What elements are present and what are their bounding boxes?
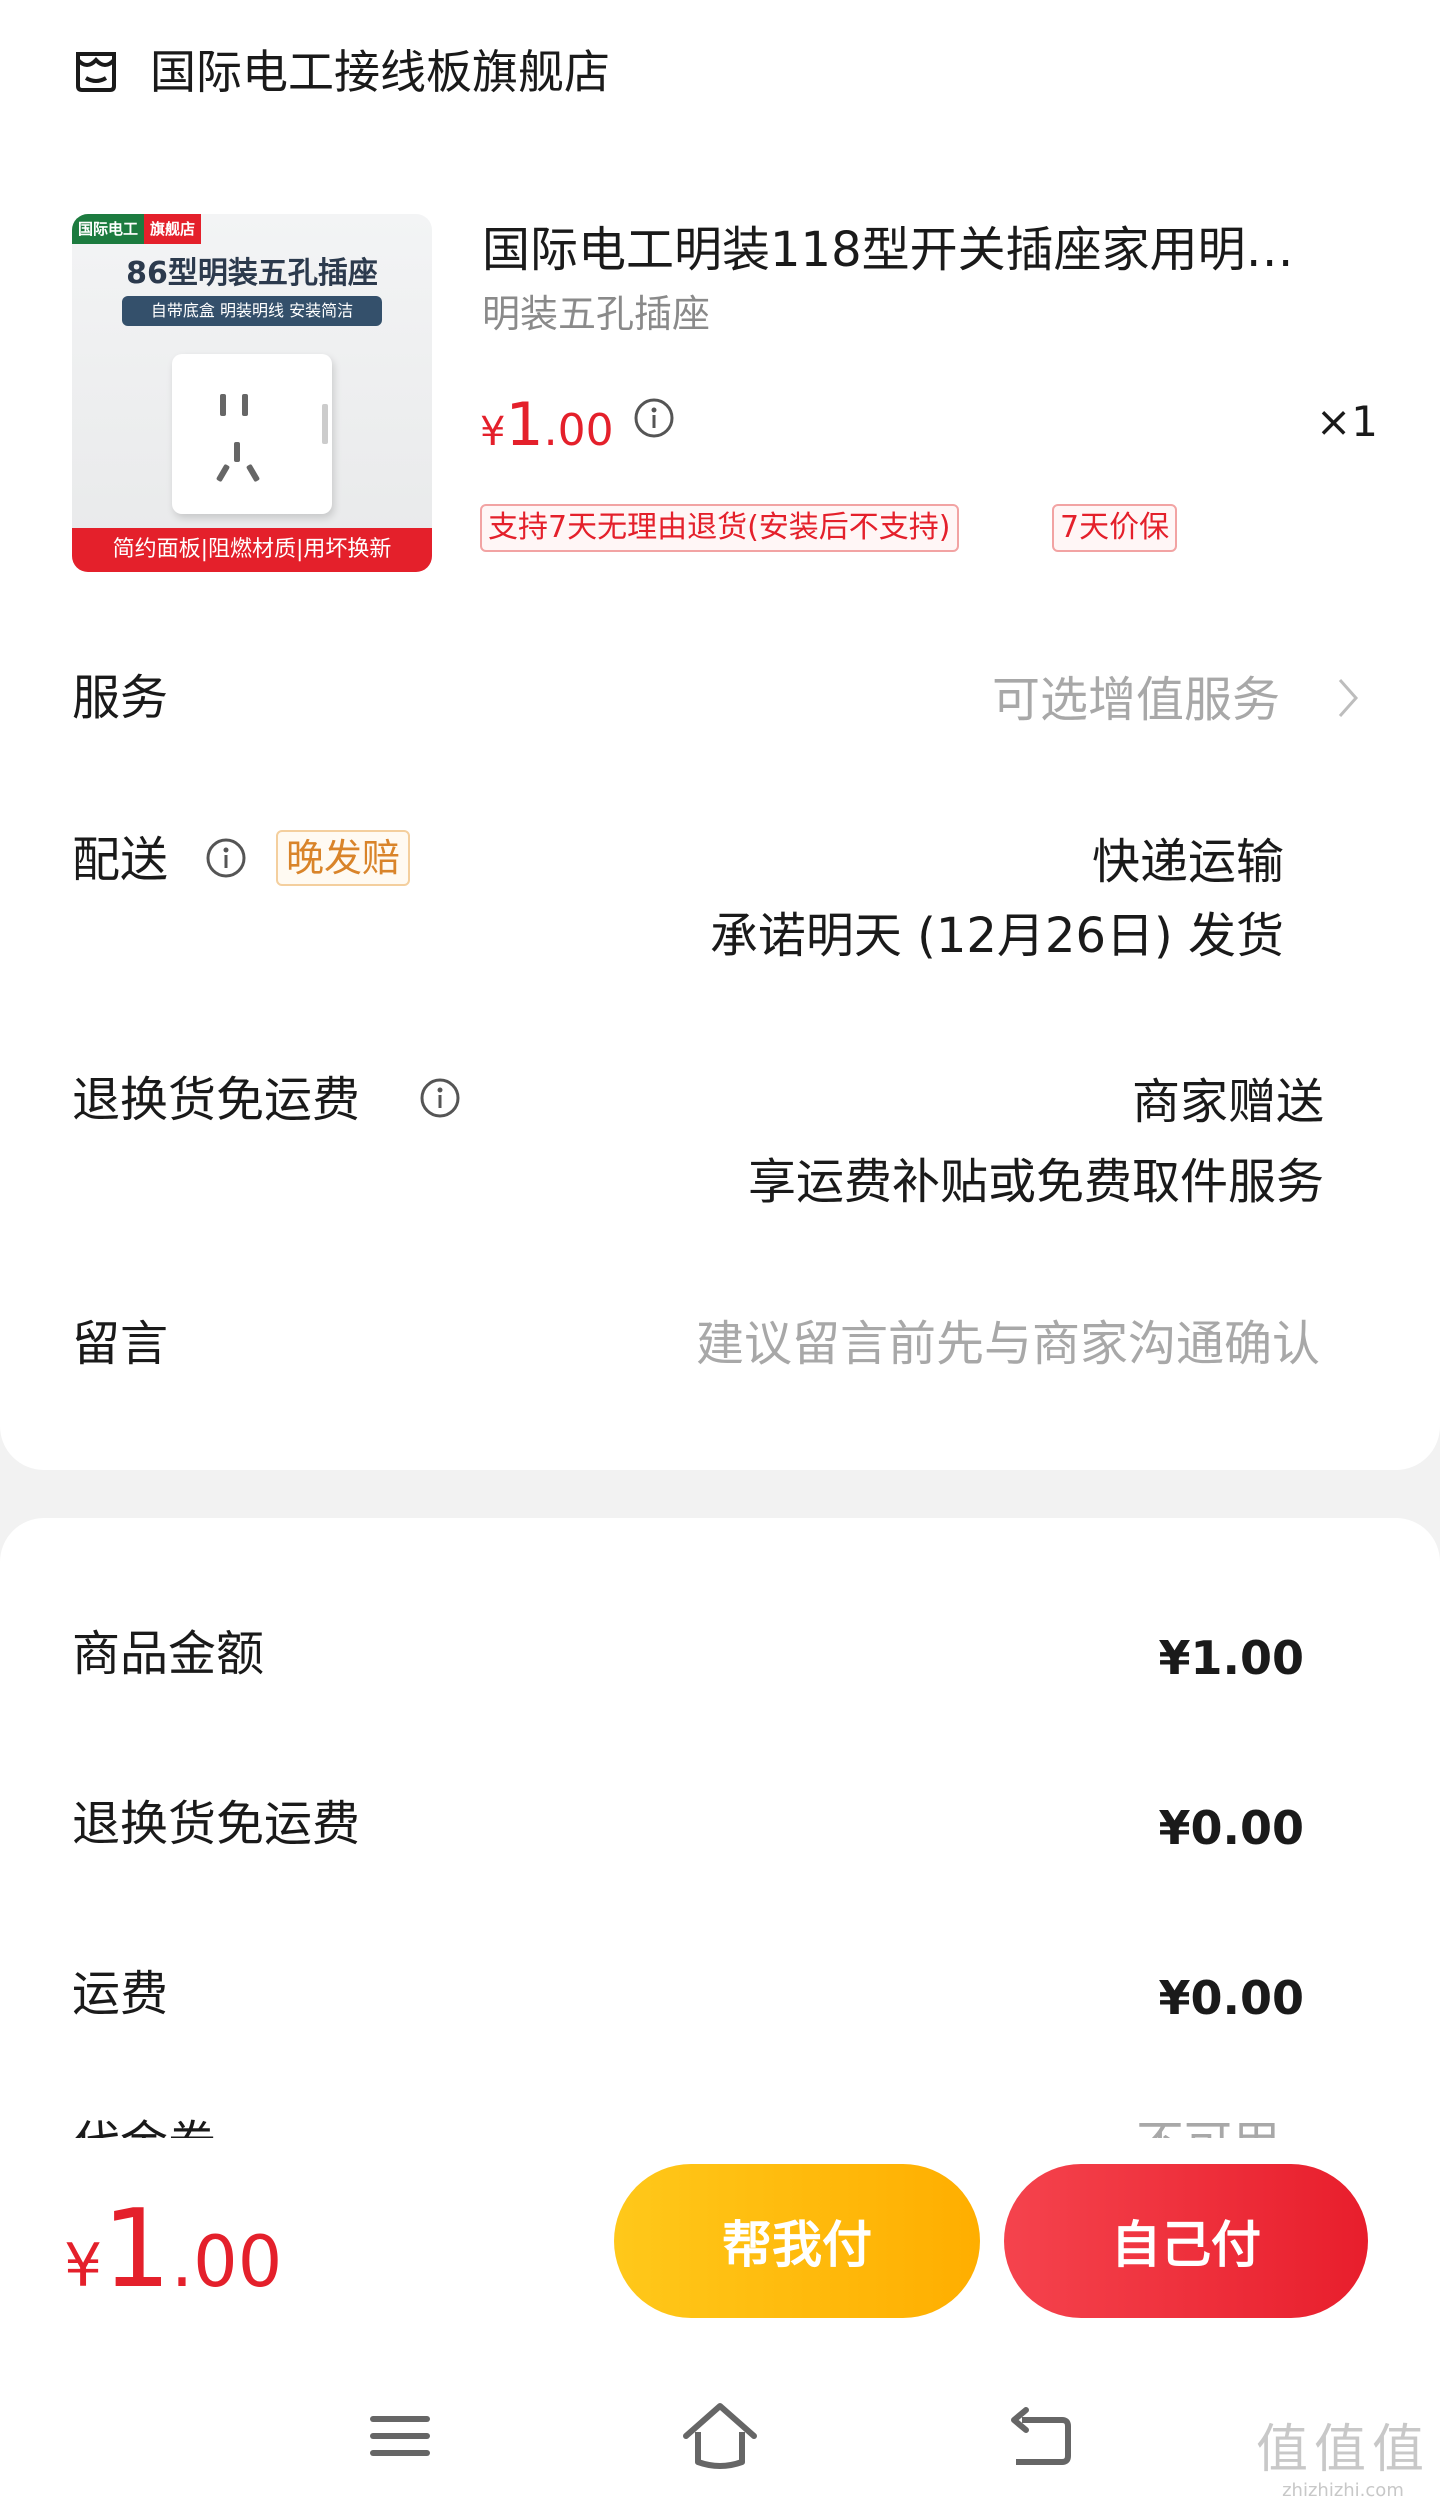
product-image-brand: 国际电工 旗舰店 <box>72 214 202 244</box>
service-label: 服务 <box>72 670 169 726</box>
shipping-fee-label: 运费 <box>72 1966 169 2022</box>
return-shipping-info-icon[interactable] <box>418 1076 462 1120</box>
product-image[interactable]: 国际电工 旗舰店 86型明装五孔插座 自带底盒 明装明线 安装简洁 简约面板|阻… <box>72 214 432 572</box>
product-image-headline: 86型明装五孔插座 <box>126 256 378 291</box>
help-me-pay-button[interactable]: 帮我付 <box>614 2164 980 2318</box>
message-label: 留言 <box>72 1316 169 1372</box>
product-price: ¥1.00 <box>480 390 614 460</box>
return-shipping-detail: 享运费补贴或免费取件服务 <box>747 1154 1324 1210</box>
product-title[interactable]: 国际电工明装118型开关插座家用明… <box>482 220 1294 280</box>
delivery-promise: 承诺明天 (12月26日) 发货 <box>709 908 1284 964</box>
pay-myself-button[interactable]: 自己付 <box>1004 2164 1368 2318</box>
product-spec: 明装五孔插座 <box>482 292 711 336</box>
price-summary-card: 商品金额 ¥1.00 退换货免运费 ¥0.00 运费 ¥0.00 代金券 不可用 <box>0 1518 1440 2172</box>
shop-name[interactable]: 国际电工接线板旗舰店 <box>150 44 610 100</box>
delivery-info-icon[interactable] <box>204 836 248 880</box>
service-value[interactable]: 可选增值服务 <box>992 670 1280 730</box>
goods-amount-label: 商品金额 <box>72 1626 265 1682</box>
late-ship-compensation-badge[interactable]: 晚发赔 <box>276 830 411 886</box>
return-policy-tag: 支持7天无理由退货(安装后不支持) <box>480 504 959 552</box>
goods-amount-value: ¥1.00 <box>1158 1631 1304 1685</box>
product-quantity[interactable]: ×1 <box>1316 396 1378 448</box>
store-icon <box>76 52 116 92</box>
delivery-method[interactable]: 快递运输 <box>1092 832 1284 892</box>
back-icon[interactable] <box>1000 2396 1080 2476</box>
price-info-icon[interactable] <box>632 396 676 440</box>
return-shipping-fee-label: 退换货免运费 <box>72 1796 361 1852</box>
watermark: 值值值 zhizhizhi.com <box>1255 2420 1430 2501</box>
return-shipping-label: 退换货免运费 <box>72 1072 361 1128</box>
product-image-subline: 自带底盒 明装明线 安装简洁 <box>122 296 382 326</box>
chevron-right-icon[interactable] <box>1336 676 1360 720</box>
socket-illustration <box>172 354 332 514</box>
order-card: 国际电工接线板旗舰店 国际电工 旗舰店 86型明装五孔插座 自带底盒 明装明线 … <box>0 0 1440 1470</box>
return-shipping-fee-value: ¥0.00 <box>1158 1801 1304 1855</box>
shipping-fee-value: ¥0.00 <box>1158 1971 1304 2025</box>
menu-icon[interactable] <box>360 2396 440 2476</box>
message-input[interactable]: 建议留言前先与商家沟通确认 <box>696 1314 1320 1374</box>
price-protect-tag: 7天价保 <box>1052 504 1178 552</box>
total-price: ¥1.00 <box>64 2187 283 2312</box>
product-image-footer: 简约面板|阻燃材质|用坏换新 <box>72 528 432 572</box>
delivery-label: 配送 <box>72 832 169 888</box>
home-icon[interactable] <box>680 2396 760 2476</box>
return-shipping-value: 商家赠送 <box>1131 1074 1324 1130</box>
